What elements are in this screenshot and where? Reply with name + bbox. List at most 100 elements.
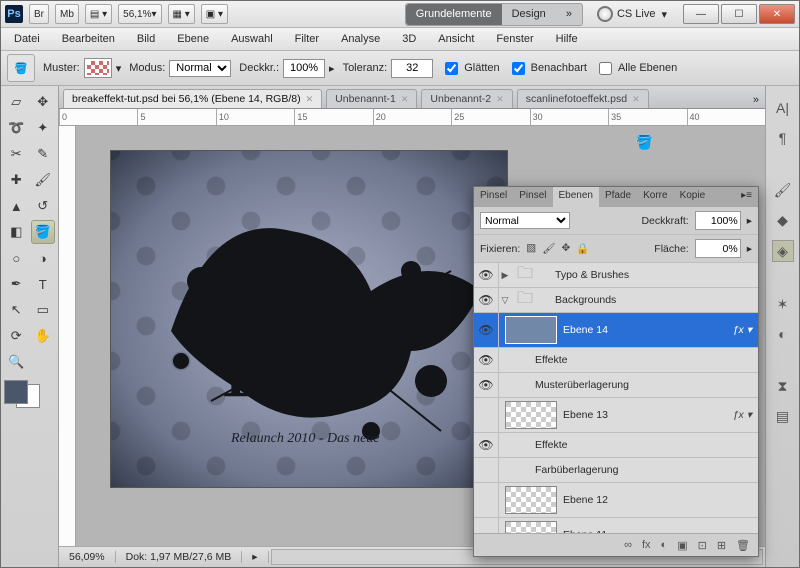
flaeche-input[interactable] <box>695 239 741 258</box>
effect-muster[interactable]: 👁Musterüberlagerung <box>474 373 758 398</box>
tab-kopie[interactable]: Kopie <box>674 187 712 207</box>
screen-mode-button[interactable]: ▣ ▾ <box>201 4 228 24</box>
menu-bearbeiten[interactable]: Bearbeiten <box>53 31 124 47</box>
workspace-more[interactable]: » <box>556 4 582 25</box>
move-tool[interactable]: ▱ <box>4 90 29 114</box>
tab-pfade[interactable]: Pfade <box>599 187 637 207</box>
menu-datei[interactable]: Datei <box>5 31 49 47</box>
menu-filter[interactable]: Filter <box>286 31 328 47</box>
bucket-tool[interactable]: 🪣 <box>31 220 56 244</box>
dodge-tool[interactable]: ◑ <box>31 246 56 270</box>
effects-header[interactable]: 👁Effekte <box>474 348 758 373</box>
group-backgrounds[interactable]: 👁▽🗀Backgrounds <box>474 288 758 313</box>
menu-auswahl[interactable]: Auswahl <box>222 31 282 47</box>
menu-fenster[interactable]: Fenster <box>487 31 542 47</box>
close-icon[interactable]: ✕ <box>632 94 640 105</box>
bucket-tool-icon[interactable]: 🪣 <box>7 54 35 82</box>
close-button[interactable]: ✕ <box>759 4 795 24</box>
menu-analyse[interactable]: Analyse <box>332 31 389 47</box>
lock-position-icon[interactable]: ✥ <box>562 242 571 255</box>
history-panel-icon[interactable]: ⧗ <box>773 376 793 396</box>
bridge-button[interactable]: Br <box>29 4 49 24</box>
menu-3d[interactable]: 3D <box>393 31 425 47</box>
lock-pixels-icon[interactable]: 🖌 <box>542 242 555 255</box>
tab-breakeffekt[interactable]: breakeffekt-tut.psd bei 56,1% (Ebene 14,… <box>63 89 322 108</box>
menu-ebene[interactable]: Ebene <box>168 31 218 47</box>
tab-ebenen[interactable]: Ebenen <box>553 187 599 207</box>
tab-pinsel1[interactable]: Pinsel <box>474 187 513 207</box>
layer-thumbnail[interactable] <box>505 401 557 429</box>
history-brush-tool[interactable]: ↺ <box>31 194 56 218</box>
layer-list[interactable]: 👁▶🗀Typo & Brushes 👁▽🗀Backgrounds 👁 Ebene … <box>474 263 758 533</box>
canvas[interactable]: PSD Relaunch 2010 - Das neue <box>110 150 508 488</box>
tab-unbenannt1[interactable]: Unbenannt-1✕ <box>326 89 417 108</box>
layers-panel-icon[interactable]: ◈ <box>772 240 794 262</box>
blend-mode-select[interactable]: Normal <box>480 212 570 229</box>
modus-select[interactable]: Normal <box>169 60 231 77</box>
workspace-grundelemente[interactable]: Grundelemente <box>406 4 502 25</box>
visibility-icon[interactable]: 👁 <box>474 263 499 287</box>
deckkraft-input[interactable] <box>695 211 741 230</box>
workspace-design[interactable]: Design <box>502 4 556 25</box>
status-zoom[interactable]: 56,09% <box>59 551 116 563</box>
mini-bridge-button[interactable]: Mb <box>55 4 79 24</box>
new-layer-icon[interactable]: ⊞ <box>717 539 726 552</box>
group-icon[interactable]: ⊡ <box>698 539 707 552</box>
type-tool[interactable]: T <box>31 272 56 296</box>
tab-pinsel2[interactable]: Pinsel <box>513 187 552 207</box>
adjustment-icon[interactable]: ▣ <box>677 539 687 552</box>
toleranz-input[interactable] <box>391 59 433 78</box>
pattern-swatch[interactable] <box>84 58 112 78</box>
layer-thumbnail[interactable] <box>505 486 557 514</box>
visibility-icon[interactable]: 👁 <box>474 288 499 312</box>
lasso-tool[interactable]: ➰ <box>4 116 29 140</box>
status-dok[interactable]: Dok: 1,97 MB/27,6 MB <box>116 551 243 563</box>
tab-korre[interactable]: Korre <box>637 187 673 207</box>
close-icon[interactable]: ✕ <box>306 94 314 105</box>
brush-panel-icon[interactable]: 🖌 <box>773 180 793 200</box>
path-select-tool[interactable]: ↖ <box>4 298 29 322</box>
crop-tool[interactable]: ✂ <box>4 142 29 166</box>
group-typo[interactable]: 👁▶🗀Typo & Brushes <box>474 263 758 288</box>
wand-tool[interactable]: ✦ <box>31 116 56 140</box>
foreground-background-swatch[interactable] <box>4 380 40 408</box>
actions-panel-icon[interactable]: ▤ <box>773 406 793 426</box>
close-icon[interactable]: ✕ <box>401 94 409 105</box>
workspace-switcher[interactable]: Grundelemente Design » <box>405 3 583 26</box>
blur-tool[interactable]: ○ <box>4 246 29 270</box>
tab-unbenannt2[interactable]: Unbenannt-2✕ <box>421 89 512 108</box>
brush-tool[interactable]: 🖌 <box>31 168 56 192</box>
heal-tool[interactable]: ✚ <box>4 168 29 192</box>
glaetten-checkbox[interactable]: Glätten <box>441 59 499 78</box>
alle-ebenen-checkbox[interactable]: Alle Ebenen <box>595 59 677 78</box>
shapes-panel-icon[interactable]: ✶ <box>773 294 793 314</box>
ruler-horizontal[interactable]: 0510152025303540 <box>59 109 765 126</box>
extras-button[interactable]: ▦ ▾ <box>168 4 195 24</box>
layer-ebene12[interactable]: Ebene 12 <box>474 483 758 518</box>
lock-transparent-icon[interactable]: ▧ <box>526 242 536 255</box>
lock-all-icon[interactable]: 🔒 <box>576 242 589 255</box>
paragraph-panel-icon[interactable]: ¶ <box>773 128 793 148</box>
menu-hilfe[interactable]: Hilfe <box>547 31 587 47</box>
layers-panel[interactable]: Pinsel Pinsel Ebenen Pfade Korre Kopie ▸… <box>473 186 759 557</box>
panel-menu-icon[interactable]: ▸≡ <box>735 187 758 207</box>
menu-ansicht[interactable]: Ansicht <box>429 31 483 47</box>
zoom-display[interactable]: 56,1% ▾ <box>118 4 161 24</box>
rotate-tool[interactable]: ⟳ <box>4 324 29 348</box>
character-panel-icon[interactable]: A| <box>773 98 793 118</box>
fx-icon[interactable]: fx <box>642 539 651 551</box>
minimize-button[interactable]: — <box>683 4 719 24</box>
zoom-tool[interactable]: 🔍 <box>4 350 29 374</box>
menu-bild[interactable]: Bild <box>128 31 164 47</box>
layer-ebene11[interactable]: Ebene 11 <box>474 518 758 533</box>
close-icon[interactable]: ✕ <box>496 94 504 105</box>
deckkraft-input[interactable] <box>283 59 325 78</box>
benachbart-checkbox[interactable]: Benachbart <box>508 59 587 78</box>
trash-icon[interactable]: 🗑 <box>736 539 750 552</box>
cs-live-button[interactable]: CS Live▾ <box>597 6 669 22</box>
tab-scanline[interactable]: scanlinefotoeffekt.psd✕ <box>517 89 649 108</box>
maximize-button[interactable]: ☐ <box>721 4 757 24</box>
visibility-icon[interactable]: 👁 <box>474 348 499 372</box>
effects-header[interactable]: 👁Effekte <box>474 433 758 458</box>
link-icon[interactable]: ∞ <box>624 539 632 551</box>
